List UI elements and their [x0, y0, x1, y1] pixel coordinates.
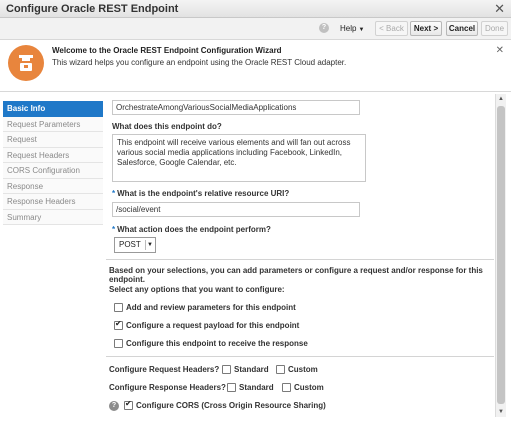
http-action-select[interactable]: POST ▼	[114, 237, 156, 253]
sidebar-item-basic-info[interactable]: Basic Info	[3, 101, 103, 117]
sidebar-item-cors-configuration[interactable]: CORS Configuration	[3, 163, 103, 179]
cors-help-icon[interactable]: ?	[109, 401, 119, 411]
banner-close-icon[interactable]: ✕	[496, 45, 504, 56]
window-title: Configure Oracle REST Endpoint	[6, 3, 179, 15]
options-label: Select any options that you want to conf…	[109, 285, 285, 294]
sidebar-item-request-headers[interactable]: Request Headers	[3, 147, 103, 163]
close-window-icon[interactable]: ✕	[494, 1, 505, 17]
request-headers-label: Configure Request Headers?	[109, 365, 220, 374]
request-headers-standard-checkbox[interactable]	[222, 365, 231, 374]
response-headers-custom-checkbox[interactable]	[282, 383, 291, 392]
scroll-up-icon[interactable]: ▲	[496, 94, 506, 104]
sidebar-item-summary[interactable]: Summary	[3, 209, 103, 225]
scroll-down-icon[interactable]: ▼	[496, 407, 506, 417]
banner-title: Welcome to the Oracle REST Endpoint Conf…	[52, 46, 282, 55]
vertical-scrollbar[interactable]: ▲ ▼	[495, 94, 506, 417]
response-headers-custom-label: Custom	[294, 383, 324, 392]
uri-label-text: What is the endpoint's relative resource…	[117, 189, 290, 198]
http-action-value: POST	[119, 240, 141, 249]
add-parameters-checkbox[interactable]	[114, 303, 123, 312]
banner-text: This wizard helps you configure an endpo…	[52, 58, 347, 67]
section-divider	[106, 259, 494, 260]
wizard-steps-sidebar: Basic Info Request Parameters Request Re…	[3, 101, 103, 225]
uri-label: * What is the endpoint's relative resourc…	[112, 189, 289, 198]
chevron-down-icon: ▼	[358, 27, 365, 33]
request-headers-custom-label: Custom	[288, 365, 318, 374]
welcome-banner: Welcome to the Oracle REST Endpoint Conf…	[0, 40, 511, 92]
endpoint-name-field[interactable]: OrchestrateAmongVariousSocialMediaApplic…	[112, 100, 360, 115]
select-divider	[145, 240, 146, 250]
section-divider	[106, 356, 494, 357]
selection-intro-text: Based on your selections, you can add pa…	[109, 266, 483, 284]
title-bar: Configure Oracle REST Endpoint ✕	[0, 0, 511, 18]
help-icon: ?	[319, 23, 329, 33]
sidebar-item-response-headers[interactable]: Response Headers	[3, 194, 103, 210]
basic-info-form: OrchestrateAmongVariousSocialMediaApplic…	[106, 94, 494, 417]
scroll-thumb[interactable]	[497, 106, 505, 404]
back-button[interactable]: < Back	[375, 21, 408, 36]
response-headers-label: Configure Response Headers?	[109, 383, 226, 392]
cors-label: Configure CORS (Cross Origin Resource Sh…	[136, 401, 326, 410]
required-marker: *	[112, 189, 116, 198]
next-button[interactable]: Next >	[410, 21, 442, 36]
receive-response-checkbox[interactable]	[114, 339, 123, 348]
help-menu[interactable]: Help ▼	[336, 22, 368, 36]
request-payload-label: Configure a request payload for this end…	[126, 321, 300, 330]
wizard-hat-icon	[8, 45, 44, 81]
resource-uri-field[interactable]: /social/event	[112, 202, 360, 217]
cancel-button[interactable]: Cancel	[446, 21, 478, 36]
action-label: * What action does the endpoint perform?	[112, 225, 271, 234]
cors-checkbox[interactable]	[124, 399, 133, 410]
response-headers-standard-label: Standard	[239, 383, 274, 392]
chevron-down-icon: ▼	[147, 242, 153, 248]
receive-response-label: Configure this endpoint to receive the r…	[126, 339, 308, 348]
request-headers-standard-label: Standard	[234, 365, 269, 374]
wizard-toolbar: ? Help ▼ < Back Next > Cancel Done	[0, 18, 511, 40]
response-headers-standard-checkbox[interactable]	[227, 383, 236, 392]
required-marker: *	[112, 225, 116, 234]
add-parameters-label: Add and review parameters for this endpo…	[126, 303, 296, 312]
request-payload-checkbox[interactable]	[114, 319, 123, 330]
sidebar-item-request[interactable]: Request	[3, 132, 103, 148]
description-textarea[interactable]: This endpoint will receive various eleme…	[112, 134, 366, 182]
action-label-text: What action does the endpoint perform?	[117, 225, 271, 234]
sidebar-item-request-parameters[interactable]: Request Parameters	[3, 116, 103, 132]
request-headers-custom-checkbox[interactable]	[276, 365, 285, 374]
description-label: What does this endpoint do?	[112, 122, 222, 131]
help-menu-label: Help	[340, 24, 357, 33]
sidebar-item-response[interactable]: Response	[3, 178, 103, 194]
done-button[interactable]: Done	[481, 21, 508, 36]
